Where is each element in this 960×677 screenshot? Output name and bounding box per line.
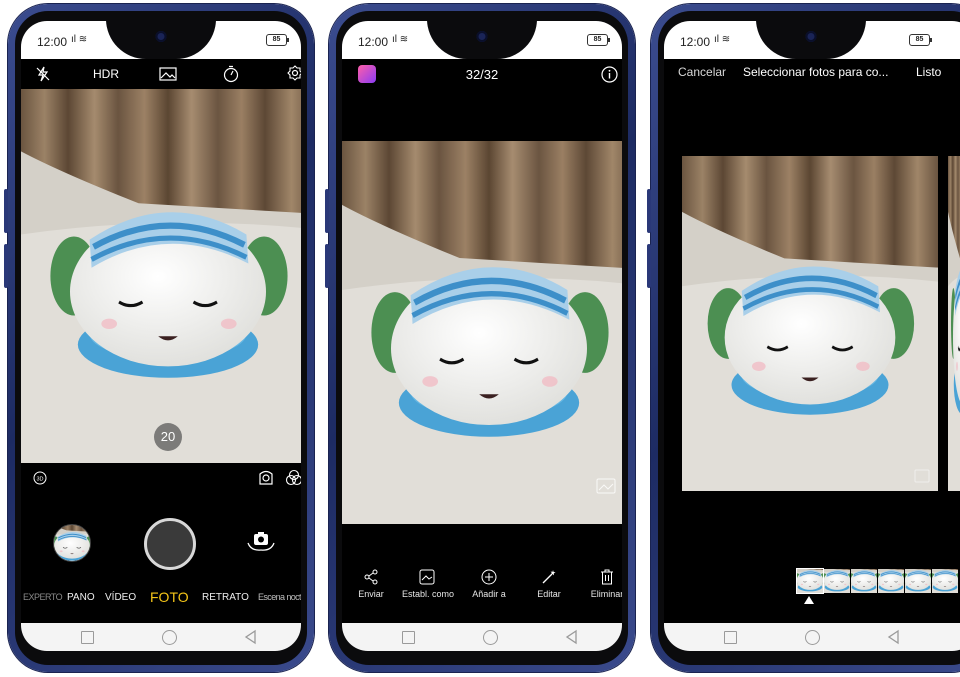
back-icon[interactable] <box>564 629 578 645</box>
mode-foto[interactable]: FOTO <box>150 589 189 605</box>
phone-camera: 12:00 ıl ≋ 85 HDR 20 3D EXPERTO PANO VÍD… <box>4 4 314 672</box>
camera-screen: 12:00 ıl ≋ 85 HDR 20 3D EXPERTO PANO VÍD… <box>21 21 301 651</box>
color-filter-icon[interactable] <box>285 469 301 487</box>
svg-text:3D: 3D <box>36 477 43 483</box>
hdr-icon[interactable]: HDR <box>93 67 119 81</box>
thumbnail-item[interactable] <box>851 569 877 593</box>
selected-indicator-icon <box>804 596 814 604</box>
filter-icon[interactable] <box>159 66 177 82</box>
photo-counter: 32/32 <box>465 67 499 82</box>
thumbnail-item[interactable] <box>796 568 824 594</box>
info-icon[interactable] <box>601 66 618 83</box>
back-icon[interactable] <box>886 629 900 645</box>
cancel-button[interactable]: Cancelar <box>678 65 726 79</box>
back-icon[interactable] <box>243 629 257 645</box>
gallery-screen: 12:00 ıl ≋ 85 32/32 Enviar Establ. como … <box>342 21 622 651</box>
gallery-action-bar: Enviar Establ. como Añadir a Editar Elim… <box>342 569 622 609</box>
status-time: 12:00 <box>37 35 68 49</box>
thumbnail-item[interactable] <box>905 569 931 593</box>
live-photo-icon <box>914 469 930 483</box>
camera-viewfinder[interactable] <box>21 89 301 463</box>
zoom-badge[interactable]: 20 <box>154 423 182 451</box>
action-label: Eliminar <box>590 589 622 599</box>
home-icon[interactable] <box>483 630 498 645</box>
signal-wifi-icon: ıl ≋ <box>714 34 731 45</box>
front-camera-icon <box>476 31 488 42</box>
signal-wifi-icon: ıl ≋ <box>392 34 409 45</box>
shutter-button[interactable] <box>144 518 196 570</box>
battery-icon: 85 <box>909 34 932 46</box>
mode-retrato[interactable]: RETRATO <box>202 592 249 603</box>
delete-icon <box>601 569 613 585</box>
phone-gallery: 12:00 ıl ≋ 85 32/32 Enviar Establ. como … <box>325 4 635 672</box>
system-navbar <box>664 623 960 651</box>
system-navbar <box>21 623 301 651</box>
action-label: Establ. como <box>401 589 455 599</box>
battery-icon: 85 <box>266 34 289 46</box>
edit-icon <box>542 570 556 584</box>
camera-top-toolbar: HDR <box>21 59 301 89</box>
switch-camera-icon[interactable] <box>245 529 277 553</box>
mode-experto[interactable]: EXPERTO <box>23 592 63 602</box>
system-navbar <box>342 623 622 651</box>
beauty-face-icon[interactable] <box>257 469 275 487</box>
thumbnail-item[interactable] <box>878 569 904 593</box>
recents-icon[interactable] <box>81 631 94 644</box>
action-label: Añadir a <box>472 589 506 599</box>
done-button[interactable]: Listo <box>916 65 941 79</box>
set-as-icon <box>419 569 435 585</box>
status-time: 12:00 <box>358 35 389 49</box>
action-label: Enviar <box>358 589 384 599</box>
mode-video[interactable]: VÍDEO <box>105 592 136 603</box>
photo-preview[interactable] <box>342 141 622 524</box>
front-camera-icon <box>805 31 817 42</box>
battery-icon: 85 <box>587 34 610 46</box>
home-icon[interactable] <box>805 630 820 645</box>
live-photo-icon[interactable] <box>596 478 616 494</box>
home-icon[interactable] <box>162 630 177 645</box>
collage-title: Seleccionar fotos para co... <box>743 65 889 79</box>
3d-icon[interactable]: 3D <box>33 471 47 485</box>
timer-icon[interactable] <box>223 65 239 83</box>
recents-icon[interactable] <box>402 631 415 644</box>
thumbnail-item[interactable] <box>932 569 958 593</box>
flash-off-icon[interactable] <box>35 66 51 82</box>
phone-collage: 12:00 ıl ≋ 85 Cancelar Seleccionar fotos… <box>647 4 960 672</box>
add-icon <box>481 569 497 585</box>
mode-pano[interactable]: PANO <box>67 592 95 603</box>
next-photo-peek[interactable] <box>948 156 960 491</box>
status-time: 12:00 <box>680 35 711 49</box>
signal-wifi-icon: ıl ≋ <box>71 34 88 45</box>
gallery-thumbnail[interactable] <box>53 524 91 562</box>
collage-photo-preview[interactable] <box>682 156 938 491</box>
thumbnail-item[interactable] <box>824 569 850 593</box>
front-camera-icon <box>155 31 167 42</box>
share-icon <box>364 569 378 585</box>
settings-icon[interactable] <box>287 65 301 81</box>
mode-strip: EXPERTO PANO VÍDEO FOTO RETRATO Escena n… <box>21 587 301 607</box>
action-label: Editar <box>537 589 561 599</box>
collage-screen: 12:00 ıl ≋ 85 Cancelar Seleccionar fotos… <box>664 21 960 651</box>
recents-icon[interactable] <box>724 631 737 644</box>
mode-night[interactable]: Escena nocturna <box>258 592 301 602</box>
